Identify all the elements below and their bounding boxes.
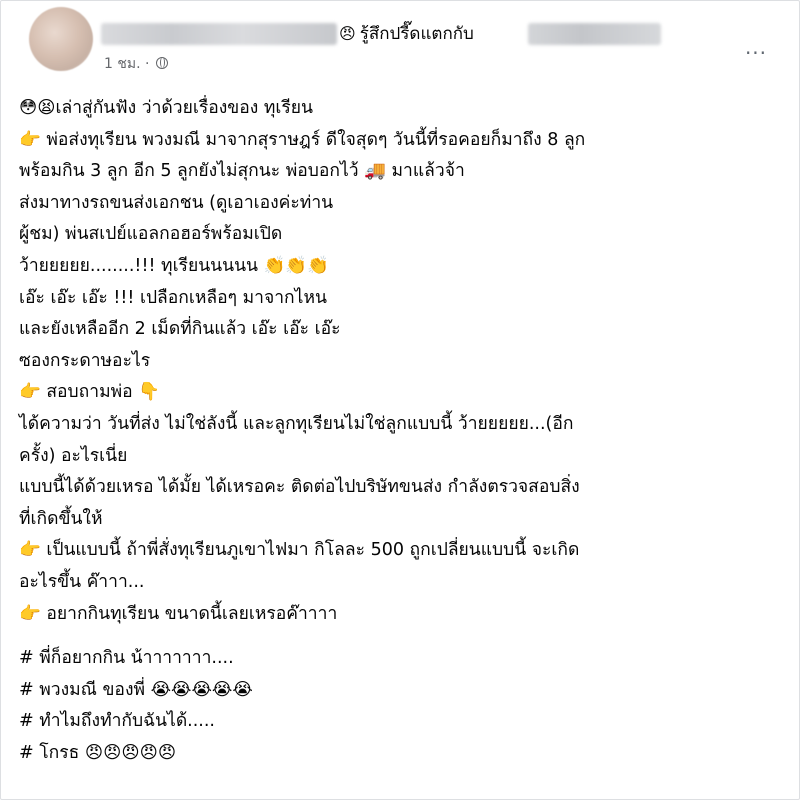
post-line: 👉 เป็นแบบนี้ ถ้าพี่สั่งทุเรียนภูเขาไฟมา … (19, 540, 580, 561)
post-line: 👉 พ่อส่งทุเรียน พวงมณี มาจากสุราษฎร์ ดีใ… (19, 129, 586, 150)
tagged-person-redacted[interactable] (528, 23, 661, 45)
post-line: 👉 สอบถามพ่อ 👇 (19, 382, 161, 403)
angry-face-icon: 😠 (339, 24, 356, 43)
hashtag-line[interactable]: # โกรธ 😠😠😠😠😠 (19, 738, 789, 770)
feeling-activity: 😠 รู้สึกปรี๊ดแตกกับ (339, 21, 474, 47)
post-line: ผู้ชม) พ่นสเปย์แอลกอฮอร์พร้อมเปิด (19, 224, 283, 245)
globe-icon[interactable] (155, 57, 168, 69)
hashtag-line[interactable]: # พวงมณี ของพี่ 😭😭😭😭😭 (19, 675, 789, 707)
hashtag-line[interactable]: # ทำไมถึงทำกับฉันได้..... (19, 706, 789, 738)
post-line: และยังเหลืออีก 2 เม็ดที่กินแล้ว เอ๊ะ เอ๊… (19, 319, 341, 340)
post-line: อะไรขึ้น ค๊าาา... (19, 571, 145, 592)
post-time[interactable]: 1 ชม. (104, 56, 141, 72)
post-line: ครั้ง) อะไรเนี่ย (19, 445, 128, 466)
post-line: 😳😫เล่าสู่กันฟัง ว่าด้วยเรื่องของ ทุเรียน (19, 98, 314, 118)
post-meta: 1 ชม. · (104, 55, 168, 73)
post-header: 😠 รู้สึกปรี๊ดแตกกับ 1 ชม. · ··· (1, 1, 799, 91)
post-line: แบบนี้ได้ด้วยเหรอ ได้มั้ย ได้เหรอคะ ติดต… (19, 477, 580, 498)
author-name-redacted[interactable] (101, 23, 337, 45)
post-body: 😳😫เล่าสู่กันฟัง ว่าด้วยเรื่องของ ทุเรียน… (19, 93, 789, 769)
more-options-icon[interactable]: ··· (741, 43, 771, 63)
post-line: ว้ายยยยย........!!! ทุเรียนนนนน 👏👏👏 (19, 255, 329, 276)
hashtag-line[interactable]: # พี่ก็อยากกิน น้าาาาาาา.... (19, 643, 789, 675)
post-line: ได้ความว่า วันที่ส่ง ไม่ใช่ลังนี้ และลูก… (19, 413, 574, 434)
avatar[interactable] (29, 7, 93, 71)
feeling-text: รู้สึกปรี๊ดแตกกับ (359, 24, 474, 44)
post-line: พร้อมกิน 3 ลูก อีก 5 ลูกยังไม่สุกนะ พ่อบ… (19, 161, 465, 182)
post-line: 👉 อยากกินทุเรียน ขนาดนี้เลยเหรอค๊าาาา (19, 603, 338, 624)
post-line: ที่เกิดขึ้นให้ (19, 508, 103, 529)
post-line: ส่งมาทางรถขนส่งเอกชน (ดูเอาเองค่ะท่าน (19, 192, 334, 213)
post-card: 😠 รู้สึกปรี๊ดแตกกับ 1 ชม. · ··· 😳😫เล่าสู่… (0, 0, 800, 800)
post-line: เอ๊ะ เอ๊ะ เอ๊ะ !!! เปลือกเหลือๆ มาจากไหน (19, 287, 327, 308)
meta-separator: · (145, 56, 150, 72)
post-line: ซองกระดาษอะไร (19, 350, 151, 371)
